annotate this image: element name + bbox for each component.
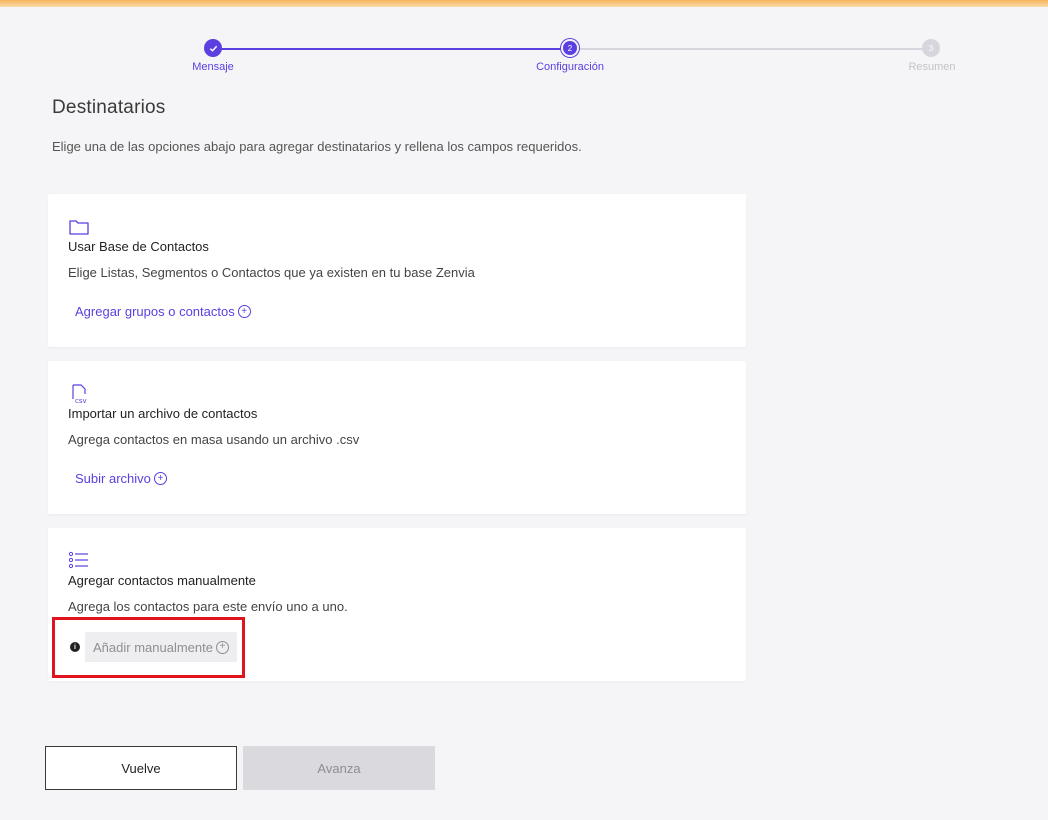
step-1-checkmark-icon[interactable] — [204, 39, 222, 57]
manual-contacts-card: Agregar contactos manualmente Agrega los… — [48, 528, 746, 681]
card-description: Agrega contactos en masa usando un archi… — [68, 432, 360, 447]
step-label-configuracion: Configuración — [536, 61, 604, 73]
svg-text:csv: csv — [75, 397, 87, 405]
add-manually-button[interactable]: Añadir manualmente + — [85, 632, 237, 662]
action-label: Agregar grupos o contactos — [75, 304, 235, 319]
stepper-line-pending — [570, 48, 931, 50]
page-title: Destinatarios — [52, 97, 166, 118]
back-button[interactable]: Vuelve — [45, 746, 237, 790]
step-label-mensaje[interactable]: Mensaje — [192, 61, 234, 73]
plus-circle-icon: + — [215, 640, 229, 654]
next-button[interactable]: Avanza — [243, 746, 435, 790]
action-label: Subir archivo — [75, 471, 151, 486]
card-title: Importar un archivo de contactos — [68, 406, 258, 421]
card-description: Elige Listas, Segmentos o Contactos que … — [68, 265, 475, 280]
contact-base-card: Usar Base de Contactos Elige Listas, Seg… — [48, 194, 746, 347]
csv-file-icon: csv — [68, 383, 90, 405]
step-2-indicator: 2 — [563, 41, 577, 55]
info-icon[interactable]: i — [70, 642, 80, 652]
plus-circle-icon: + — [153, 472, 167, 485]
card-description: Agrega los contactos para este envío uno… — [68, 599, 348, 614]
card-title: Agregar contactos manualmente — [68, 573, 256, 588]
stepper-line-completed — [213, 48, 570, 50]
import-file-card: csv Importar un archivo de contactos Agr… — [48, 361, 746, 514]
page-subtitle: Elige una de las opciones abajo para agr… — [52, 139, 582, 154]
action-label: Añadir manualmente — [93, 639, 213, 655]
top-accent-bar — [0, 0, 1048, 7]
folder-icon — [68, 216, 90, 238]
plus-circle-icon: + — [237, 305, 251, 318]
upload-file-link[interactable]: Subir archivo + — [75, 471, 167, 486]
progress-stepper: 2 3 Mensaje Configuración Resumen — [0, 38, 1048, 78]
card-title: Usar Base de Contactos — [68, 239, 209, 254]
list-icon — [68, 550, 90, 572]
step-label-resumen: Resumen — [908, 61, 956, 73]
highlight-box: i Añadir manualmente + — [52, 617, 245, 678]
step-3-indicator: 3 — [922, 39, 940, 57]
add-groups-or-contacts-link[interactable]: Agregar grupos o contactos + — [75, 304, 251, 319]
